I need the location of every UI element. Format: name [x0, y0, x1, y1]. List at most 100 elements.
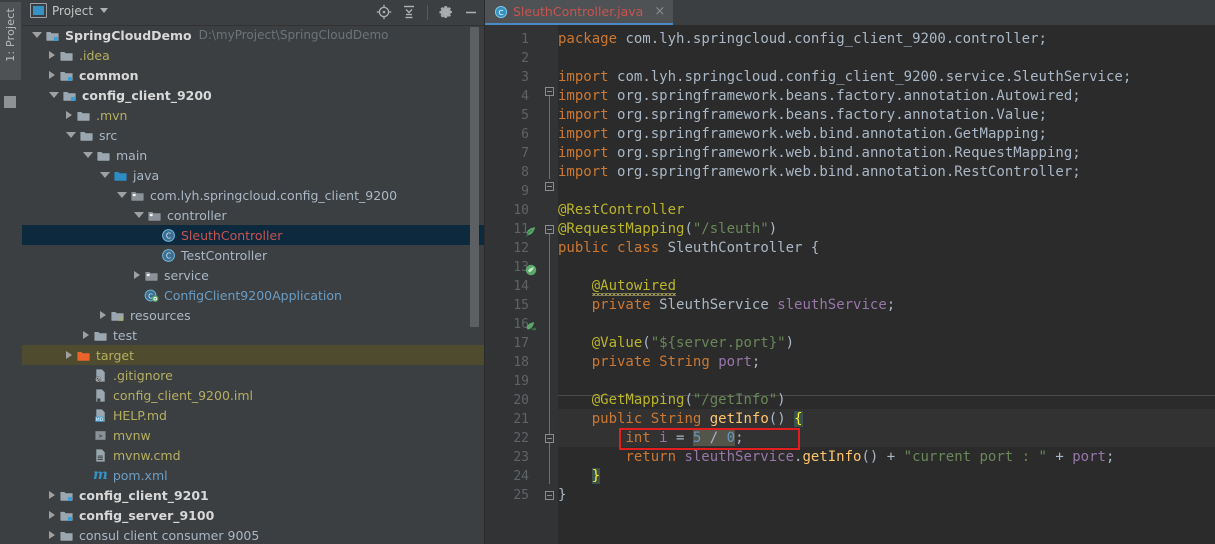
tree-node-config-client-9200-iml[interactable]: config_client_9200.iml: [22, 385, 485, 405]
spring-autowired-gutter-icon[interactable]: [524, 320, 538, 334]
fold-marker-imports-end[interactable]: [545, 182, 554, 191]
tree-node-label: SpringCloudDemo: [65, 27, 192, 43]
chevron-right-icon[interactable]: [49, 511, 55, 519]
chevron-right-icon[interactable]: [49, 491, 55, 499]
module-folder-icon: [62, 88, 77, 103]
code-line-1[interactable]: package com.lyh.springcloud.config_clien…: [558, 30, 1047, 49]
shell-file-icon: >: [93, 428, 108, 443]
tree-node-gitignore[interactable]: .gitignore: [22, 365, 485, 385]
locate-icon[interactable]: [376, 4, 392, 20]
stripe-structure-icon[interactable]: [4, 96, 16, 108]
spring-bean-gutter-icon[interactable]: [524, 225, 538, 239]
code-line-7[interactable]: import org.springframework.web.bind.anno…: [558, 144, 1081, 163]
code-line-22[interactable]: int i = 5 / 0;: [558, 429, 744, 448]
tree-node-service[interactable]: service: [22, 265, 485, 285]
svg-text:C: C: [166, 231, 171, 240]
chevron-right-icon[interactable]: [83, 331, 89, 339]
chevron-down-icon[interactable]: [66, 132, 76, 138]
tree-node-target[interactable]: target: [22, 345, 485, 365]
tree-node-com-lyh-springcloud-config-client-9200[interactable]: com.lyh.springcloud.config_client_9200: [22, 185, 485, 205]
fold-marker-imports[interactable]: [545, 87, 554, 96]
code-line-18[interactable]: private String port;: [558, 353, 761, 372]
minimize-icon[interactable]: [463, 4, 479, 20]
code-line-17[interactable]: @Value("${server.port}"): [558, 334, 794, 353]
tree-node-springclouddemo[interactable]: SpringCloudDemo D:\myProject\SpringCloudD…: [22, 25, 485, 45]
tree-node-controller[interactable]: controller: [22, 205, 485, 225]
tree-node-pom-xml[interactable]: m pom.xml: [22, 465, 485, 485]
chevron-right-icon[interactable]: [49, 51, 55, 59]
tree-node-mvnw[interactable]: > mvnw: [22, 425, 485, 445]
chevron-right-icon[interactable]: [66, 111, 72, 119]
code-line-21[interactable]: public String getInfo() {: [558, 410, 803, 429]
code-line-15[interactable]: private SleuthService sleuthService;: [558, 296, 895, 315]
code-line-23[interactable]: return sleuthService.getInfo() + "curren…: [558, 448, 1114, 467]
code-line-11[interactable]: @RequestMapping("/sleuth"): [558, 220, 777, 239]
collapse-all-icon[interactable]: [401, 4, 417, 20]
spring-bean-gutter-icon[interactable]: [524, 263, 538, 277]
tree-node-testcontroller[interactable]: C TestController: [22, 245, 485, 265]
tree-node-configclient9200application[interactable]: C ConfigClient9200Application: [22, 285, 485, 305]
chevron-down-icon[interactable]: [134, 212, 144, 218]
tree-node-label: test: [113, 327, 138, 343]
tree-node-config-server-9100[interactable]: config_server_9100: [22, 505, 485, 525]
tree-node-main[interactable]: main: [22, 145, 485, 165]
tree-node-config-client-9200[interactable]: config_client_9200: [22, 85, 485, 105]
tree-node-java[interactable]: java: [22, 165, 485, 185]
tree-node-mvn[interactable]: .mvn: [22, 105, 485, 125]
cmd-file-icon: [93, 448, 108, 463]
chevron-down-icon[interactable]: [49, 92, 59, 98]
fold-marker-class-end[interactable]: [545, 491, 554, 500]
folder-icon: [59, 528, 74, 543]
code-line-3[interactable]: import com.lyh.springcloud.config_client…: [558, 68, 1131, 87]
chevron-right-icon[interactable]: [66, 351, 72, 359]
tree-node-common[interactable]: common: [22, 65, 485, 85]
tree-node-label: java: [133, 167, 160, 183]
line-number: 24: [513, 469, 529, 484]
code-editor[interactable]: package com.lyh.springcloud.config_clien…: [485, 25, 1215, 544]
project-view-selector[interactable]: Project: [30, 3, 109, 18]
chevron-right-icon[interactable]: [49, 71, 55, 79]
code-line-24[interactable]: }: [558, 467, 601, 486]
chevron-right-icon[interactable]: [49, 531, 55, 539]
tree-node-idea[interactable]: .idea: [22, 45, 485, 65]
project-panel-title: Project: [52, 3, 94, 18]
fold-marker-method[interactable]: [545, 434, 554, 443]
chevron-down-icon[interactable]: [100, 8, 109, 13]
line-number: 23: [513, 450, 529, 465]
stripe-tab-project[interactable]: 1: Project: [0, 2, 21, 80]
tree-node-test[interactable]: test: [22, 325, 485, 345]
tree-node-mvnw-cmd[interactable]: mvnw.cmd: [22, 445, 485, 465]
chevron-right-icon[interactable]: [100, 311, 106, 319]
gear-icon[interactable]: [438, 4, 454, 20]
chevron-right-icon[interactable]: [134, 271, 140, 279]
tree-node-consul-client-consumer-9005[interactable]: consul client consumer 9005: [22, 525, 485, 544]
code-line-4[interactable]: import org.springframework.beans.factory…: [558, 87, 1081, 106]
editor-area: C SleuthController.java × package com.ly…: [485, 0, 1215, 544]
code-line-25[interactable]: }: [558, 486, 566, 505]
code-line-8[interactable]: import org.springframework.web.bind.anno…: [558, 163, 1081, 182]
chevron-down-icon[interactable]: [83, 152, 93, 158]
chevron-down-icon[interactable]: [117, 192, 127, 198]
tree-node-label: target: [96, 347, 135, 363]
tab-sleuthcontroller-java[interactable]: C SleuthController.java ×: [485, 0, 674, 25]
code-line-10[interactable]: @RestController: [558, 201, 684, 220]
project-tree[interactable]: SpringCloudDemo D:\myProject\SpringCloudD…: [22, 25, 485, 544]
code-line-5[interactable]: import org.springframework.beans.factory…: [558, 106, 1047, 125]
tree-node-resources[interactable]: resources: [22, 305, 485, 325]
chevron-down-icon[interactable]: [100, 172, 110, 178]
close-icon[interactable]: ×: [654, 5, 665, 18]
chevron-down-icon[interactable]: [32, 32, 42, 38]
tree-node-sleuthcontroller[interactable]: C SleuthController: [22, 225, 485, 245]
tree-node-label: mvnw.cmd: [113, 447, 181, 463]
tree-node-config-client-9201[interactable]: config_client_9201: [22, 485, 485, 505]
code-line-20[interactable]: @GetMapping("/getInfo"): [558, 391, 786, 410]
fold-marker-class[interactable]: [545, 225, 554, 234]
tree-node-help-md[interactable]: MD HELP.md: [22, 405, 485, 425]
project-tree-scrollbar-thumb[interactable]: [470, 27, 479, 327]
tree-node-src[interactable]: src: [22, 125, 485, 145]
line-number: 2: [521, 51, 529, 66]
code-line-6[interactable]: import org.springframework.web.bind.anno…: [558, 125, 1047, 144]
tab-label: SleuthController.java: [513, 4, 644, 19]
tree-node-label: src: [99, 127, 118, 143]
code-line-12[interactable]: public class SleuthController {: [558, 239, 819, 258]
